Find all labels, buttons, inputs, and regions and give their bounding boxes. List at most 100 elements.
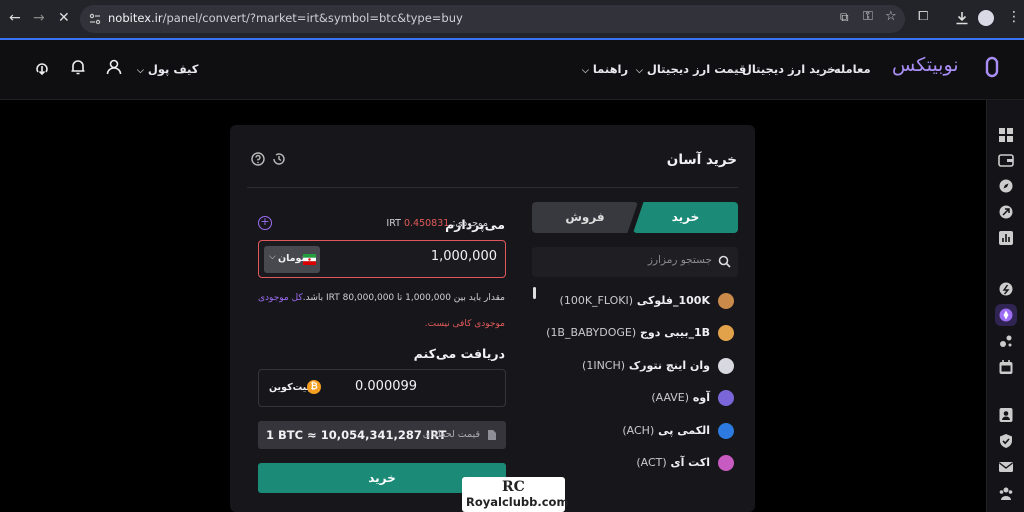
chevron-down-icon: ⌵ xyxy=(269,252,276,262)
search-icon xyxy=(718,255,731,268)
act-coin-icon xyxy=(718,455,734,471)
ach-coin-icon xyxy=(718,423,734,439)
site-header: کیف پول ⌵ راهنما ⌵ قیمت ارز دیجیتال ⌵ خر… xyxy=(0,40,1024,100)
address-bar[interactable]: nobitex.ir/panel/convert/?market=irt&sym… xyxy=(80,5,905,33)
cast-icon[interactable]: ⧉ xyxy=(840,10,849,25)
site-logo-text[interactable]: نوبیتکس xyxy=(892,54,959,76)
site-info-icon[interactable] xyxy=(89,13,101,25)
card-title: خرید آسان xyxy=(666,152,737,168)
users-icon[interactable] xyxy=(998,485,1014,501)
babydoge-coin-icon xyxy=(718,325,734,341)
more-menu-icon[interactable]: ⋮ xyxy=(1007,9,1021,25)
floki-coin-icon xyxy=(718,293,734,309)
bell-icon[interactable] xyxy=(69,58,87,76)
extensions-icon[interactable]: ⧠ xyxy=(918,9,928,24)
help-icon[interactable] xyxy=(251,152,265,166)
easy-buy-card: خرید آسان فروش خرید 100K_فلوکی (100K_FLO… xyxy=(230,125,755,512)
insufficient-balance-error: موجودی کافی نیست. xyxy=(424,319,505,329)
coin-list-item[interactable]: آوه (AAVE) xyxy=(532,383,738,415)
tab-sell[interactable]: فروش xyxy=(532,202,638,233)
chevron-down-icon: ⌵ xyxy=(731,66,738,76)
referral-icon[interactable] xyxy=(998,333,1014,349)
nav-item-guide[interactable]: راهنما ⌵ xyxy=(582,62,628,76)
url-text[interactable]: nobitex.ir/panel/convert/?market=irt&sym… xyxy=(108,11,463,25)
stop-loading-icon[interactable]: ✕ xyxy=(58,10,70,26)
key-icon[interactable]: ⚿ xyxy=(863,9,873,24)
coin-list-item[interactable]: الکمی پی (ACH) xyxy=(532,416,738,448)
all-balance-link[interactable]: کل موجودی xyxy=(258,293,303,303)
nav-item-trade[interactable]: معامله ⌵ xyxy=(823,62,871,76)
pay-amount-field: ⌵ تومان xyxy=(258,240,506,278)
receive-currency: بیت‌کوین ₿ xyxy=(263,378,321,398)
profile-card-icon[interactable] xyxy=(998,407,1014,423)
aave-coin-icon xyxy=(718,390,734,406)
coin-label: اکت آی (ACT) xyxy=(636,456,710,469)
range-message: مقدار باید بین 1,000,000 تا 80,000,000 I… xyxy=(302,293,505,303)
nav-item-prices[interactable]: قیمت ارز دیجیتال ⌵ xyxy=(636,62,746,76)
coin-label: الکمی پی (ACH) xyxy=(622,424,710,437)
rate-box: 1 BTC ≈ 10,054,341,287 IRT قیمت لحظه‌ای xyxy=(258,421,506,449)
bitcoin-icon: ₿ xyxy=(307,380,321,394)
coin-label: وان اینچ نتورک (1INCH) xyxy=(582,359,710,372)
wallet-icon[interactable] xyxy=(998,152,1014,168)
download-icon[interactable] xyxy=(955,11,969,25)
watermark-text: Royalclubb.com xyxy=(466,495,569,509)
1inch-coin-icon xyxy=(718,358,734,374)
convert-icon[interactable] xyxy=(998,307,1014,323)
nav-label: راهنما xyxy=(592,62,629,76)
rate-value: 1 BTC ≈ 10,054,341,287 IRT xyxy=(266,428,447,442)
calendar-icon[interactable] xyxy=(998,359,1014,375)
coin-label: 100K_فلوکی (100K_FLOKI) xyxy=(559,294,710,307)
search-input[interactable] xyxy=(562,254,712,266)
profile-avatar[interactable] xyxy=(978,10,994,26)
mail-icon[interactable] xyxy=(998,459,1014,475)
security-shield-icon[interactable] xyxy=(998,433,1014,449)
user-icon[interactable] xyxy=(105,58,123,76)
wallet-label: کیف پول xyxy=(147,62,199,76)
dashboard-icon[interactable] xyxy=(998,127,1014,143)
market-icon[interactable] xyxy=(998,204,1014,220)
compass-icon[interactable] xyxy=(998,178,1014,194)
balance-readout: موجودی: 0.450831 IRT xyxy=(386,218,488,229)
iran-flag-icon xyxy=(303,254,316,265)
coin-list-item[interactable]: 100K_فلوکی (100K_FLOKI) xyxy=(532,286,738,318)
currency-select[interactable]: ⌵ تومان xyxy=(264,246,320,273)
wallet-menu[interactable]: کیف پول ⌵ xyxy=(137,62,198,76)
nav-label: معامله xyxy=(833,62,871,76)
coin-list-item[interactable]: وان اینچ نتورک (1INCH) xyxy=(532,351,738,383)
watermark: RC Royalclubb.com xyxy=(462,477,569,512)
btc-label: بیت‌کوین xyxy=(269,382,311,393)
chevron-down-icon: ⌵ xyxy=(823,66,830,76)
currency-label: تومان xyxy=(278,253,306,264)
chevron-down-icon: ⌵ xyxy=(636,66,643,76)
chevron-down-icon: ⌵ xyxy=(582,66,589,76)
coin-list-item[interactable]: 1B_بیبی دوج (1B_BABYDOGE) xyxy=(532,318,738,350)
coin-label: 1B_بیبی دوج (1B_BABYDOGE) xyxy=(546,326,710,339)
coin-icon[interactable] xyxy=(998,281,1014,297)
forward-icon[interactable]: → xyxy=(33,10,45,26)
chevron-down-icon: ⌵ xyxy=(137,66,144,76)
receive-amount-value: 0.000099 xyxy=(355,379,418,394)
nav-item-buy-crypto[interactable]: خرید ارز دیجیتال ⌵ xyxy=(731,62,836,76)
coin-search xyxy=(532,247,738,277)
deposit-plus-icon[interactable]: + xyxy=(258,216,272,230)
pay-amount-input[interactable] xyxy=(325,249,497,264)
nobitex-logo-icon[interactable] xyxy=(981,56,1003,78)
document-icon xyxy=(488,430,496,440)
receive-title: دریافت می‌کنم xyxy=(413,346,505,361)
watermark-logo: RC xyxy=(502,479,525,495)
history-icon[interactable] xyxy=(272,152,286,166)
coin-list-item[interactable]: اکت آی (ACT) xyxy=(532,448,738,480)
rate-label: قیمت لحظه‌ای xyxy=(422,429,480,440)
browser-toolbar: ← → ✕ nobitex.ir/panel/convert/?market=i… xyxy=(0,0,1024,38)
side-rail xyxy=(986,100,1024,512)
coin-label: آوه (AAVE) xyxy=(651,391,710,404)
card-divider xyxy=(247,187,738,188)
receive-amount-field[interactable]: 0.000099 بیت‌کوین ₿ xyxy=(258,369,506,407)
bookmark-star-icon[interactable]: ☆ xyxy=(885,9,897,24)
chart-icon[interactable] xyxy=(998,230,1014,246)
back-icon[interactable]: ← xyxy=(9,10,21,26)
download-app-icon[interactable] xyxy=(33,59,51,77)
tab-buy[interactable]: خرید xyxy=(633,202,738,233)
nav-label: خرید ارز دیجیتال xyxy=(741,62,836,76)
